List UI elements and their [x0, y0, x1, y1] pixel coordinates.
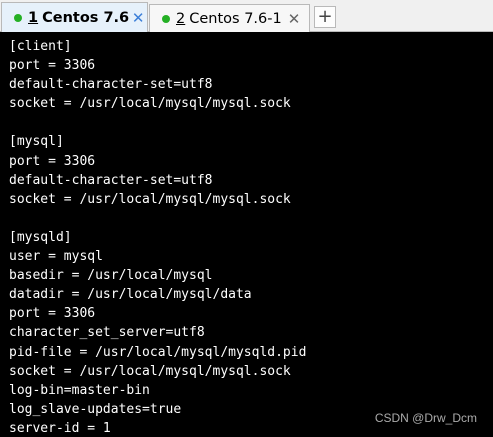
tab-number: 2	[176, 10, 186, 27]
terminal-area[interactable]: [client] port = 3306 default-character-set…	[0, 33, 493, 437]
terminal-line: default-character-set=utf8	[9, 77, 213, 93]
tab-bar: 1 Centos 7.6 ✕ 2 Centos 7.6-1 ✕ +	[0, 0, 493, 32]
terminal-line: default-character-set=utf8	[9, 172, 213, 188]
terminal-line: [mysqld]	[9, 229, 72, 245]
tab-number: 1	[28, 9, 39, 26]
terminal-line: log_slave-updates=true	[9, 401, 182, 417]
connected-status-icon	[14, 13, 22, 22]
new-tab-button[interactable]: +	[314, 6, 336, 28]
terminal-line: basedir = /usr/local/mysql	[9, 268, 213, 284]
connected-status-icon	[162, 14, 170, 23]
terminal-line: socket = /usr/local/mysql/mysql.sock	[9, 96, 291, 112]
terminal-line: user = mysql	[9, 249, 103, 265]
terminal-line: datadir = /usr/local/mysql/data	[9, 287, 252, 303]
terminal-line: port = 3306	[9, 306, 96, 322]
terminal-line: log-bin=master-bin	[9, 382, 150, 398]
terminal-output: [client] port = 3306 default-character-set…	[9, 37, 306, 437]
terminal-line: [mysql]	[9, 134, 64, 150]
terminal-line: server-id = 1	[9, 420, 111, 436]
tab-centos-7-6[interactable]: 1 Centos 7.6 ✕	[1, 2, 148, 32]
terminal-line: character_set_server=utf8	[9, 325, 205, 341]
close-tab-icon[interactable]: ✕	[285, 10, 303, 28]
watermark: CSDN @Drw_Dcm	[374, 411, 477, 425]
tab-centos-7-6-1[interactable]: 2 Centos 7.6-1 ✕	[149, 4, 310, 32]
terminal-line: pid-file = /usr/local/mysql/mysqld.pid	[9, 344, 307, 360]
terminal-line: port = 3306	[9, 153, 96, 169]
terminal-line: [client]	[9, 39, 72, 54]
close-tab-icon[interactable]: ✕	[129, 9, 147, 27]
tab-title: Centos 7.6	[42, 9, 130, 26]
tab-title: Centos 7.6-1	[189, 10, 282, 27]
terminal-line: socket = /usr/local/mysql/mysql.sock	[9, 191, 291, 207]
terminal-line: socket = /usr/local/mysql/mysql.sock	[9, 363, 291, 379]
terminal-line: port = 3306	[9, 58, 96, 74]
